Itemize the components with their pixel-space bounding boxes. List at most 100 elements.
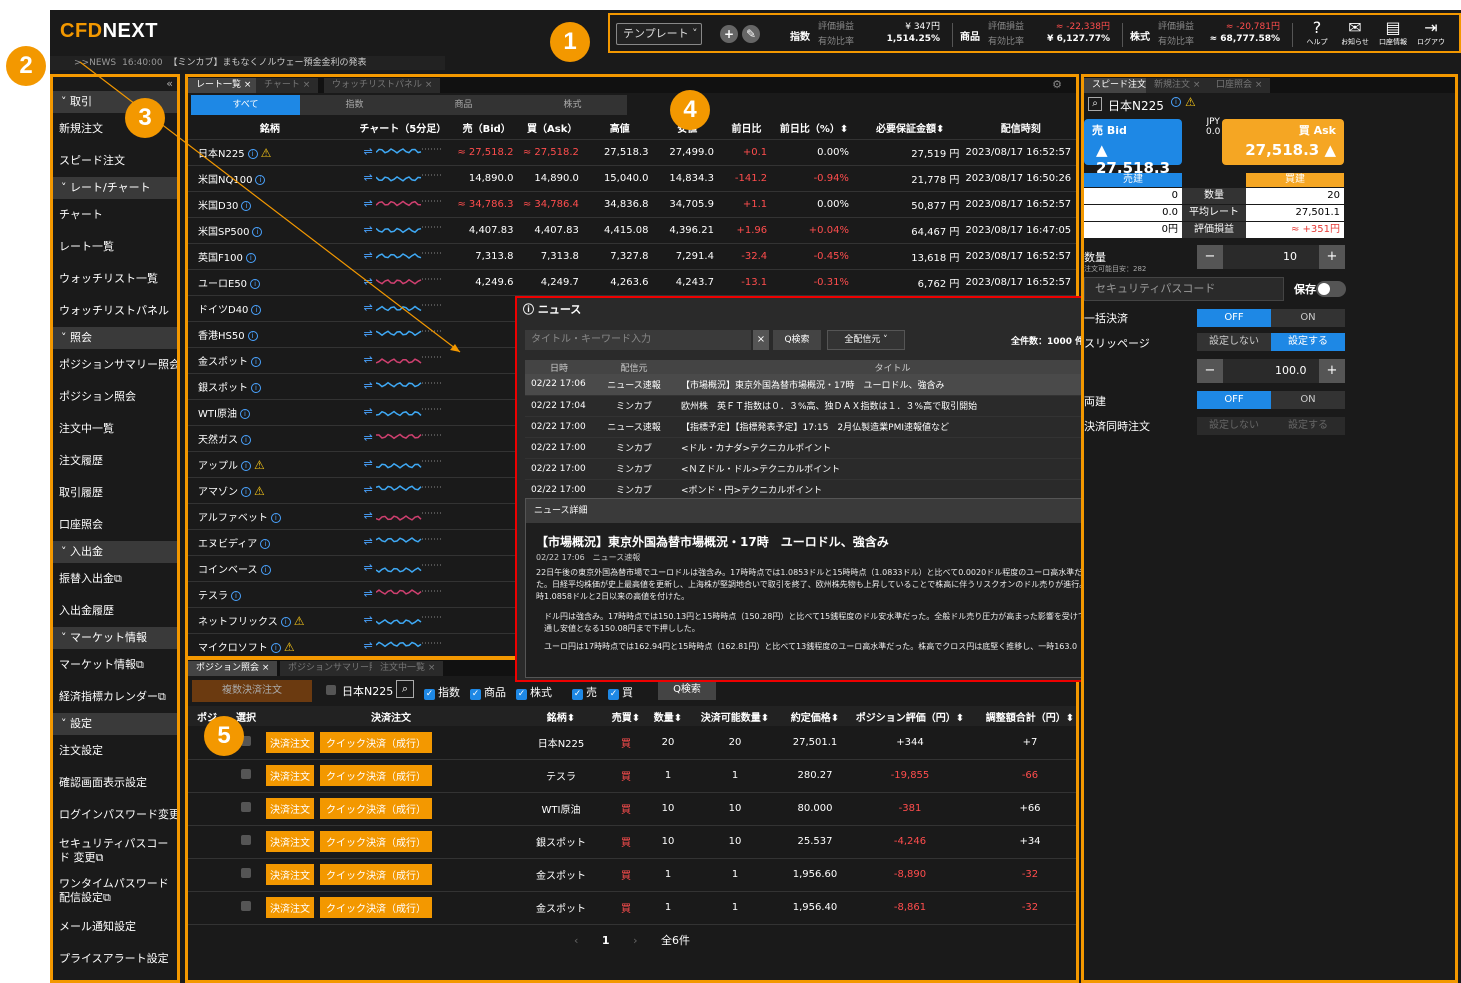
logout-icon[interactable]: ⇥ ログアウ	[1416, 19, 1446, 47]
quick-close-button[interactable]: クイック決済（成行）	[320, 864, 432, 885]
sidebar-section-header[interactable]: ˅ 設定	[53, 713, 177, 735]
news-row[interactable]: 02/22 17:04 ミンカブ 欧州株 英ＦＴ指数は０．３%高、独ＤＡＸ指数は１．…	[525, 395, 1110, 417]
next-page-button[interactable]: ›	[633, 934, 637, 947]
news-row[interactable]: 02/22 17:00 ミンカブ <ＮＺドル・ドル>テクニカルポイント	[525, 458, 1110, 480]
qty-stepper[interactable]: − 10 +	[1197, 245, 1345, 269]
symbol-name[interactable]: アマゾン	[198, 487, 238, 498]
info-icon[interactable]: i	[251, 382, 261, 393]
security-passcode-input[interactable]: セキュリティパスコード	[1084, 277, 1284, 301]
info-icon[interactable]: i	[255, 174, 266, 185]
symbol-name[interactable]: 香港HS50	[198, 331, 245, 342]
sidebar-item[interactable]: チャート	[53, 199, 177, 231]
sidebar-item[interactable]: 注文設定	[53, 735, 177, 767]
symbol-search-icon[interactable]: ⌕	[396, 680, 414, 698]
chart-icon[interactable]: ⇌	[363, 561, 376, 574]
info-icon[interactable]: i	[231, 590, 241, 601]
sidebar-item[interactable]: 取引履歴	[53, 477, 177, 509]
segment-tab[interactable]: 株式	[518, 95, 627, 115]
slippage-minus-button[interactable]: −	[1197, 359, 1223, 383]
sidebar-item[interactable]: ポジションサマリー照会	[53, 349, 177, 381]
news-row[interactable]: 02/22 17:06 ニュース速報 【市場概況】東京外国為替市場概況・17時 ユー…	[525, 374, 1110, 396]
speed-tab[interactable]: 新規注文 ×	[1146, 78, 1210, 93]
position-column-header[interactable]: 約定価格⬍	[780, 706, 850, 726]
chart-icon[interactable]: ⇌	[363, 301, 376, 314]
position-search-button[interactable]: Q検索	[658, 680, 716, 700]
sidebar-item[interactable]: 経済指標カレンダー⧉	[53, 681, 177, 713]
close-order-button[interactable]: 決済注文	[266, 897, 314, 918]
chart-icon[interactable]: ⇌	[363, 587, 376, 600]
info-icon[interactable]: i	[251, 304, 262, 315]
position-column-header[interactable]: 決済注文	[266, 706, 516, 726]
source-select[interactable]: 全配信元 ˅	[827, 330, 905, 350]
column-header[interactable]: チャート（5分足）	[352, 117, 454, 139]
current-page[interactable]: 1	[602, 934, 610, 947]
quick-close-button[interactable]: クイック決済（成行）	[320, 765, 432, 786]
row-select-checkbox[interactable]	[241, 802, 251, 812]
sidebar-item[interactable]: 注文中一覧	[53, 413, 177, 445]
info-icon[interactable]: i	[250, 278, 261, 289]
info-icon[interactable]: i	[280, 616, 291, 627]
row-select-checkbox[interactable]	[241, 769, 251, 779]
save-toggle[interactable]	[1316, 281, 1346, 297]
sidebar-item[interactable]: ポジション照会	[53, 381, 177, 413]
template-select[interactable]: テンプレート ˅	[616, 23, 702, 45]
sell-button[interactable]: 売 Bid ▲ 27,518.3	[1084, 119, 1182, 177]
rate-row[interactable]: 英国F100 i ⇌ 7,313.8 7,313.8 7,327.8 7,291.4 -32…	[188, 242, 1076, 269]
info-icon[interactable]: i	[1168, 97, 1181, 108]
info-icon[interactable]: i	[239, 408, 250, 419]
symbol-name[interactable]: 米国SP500	[198, 227, 249, 238]
close-order-button[interactable]: 決済注文	[266, 831, 314, 852]
rate-tab[interactable]: チャート ×	[256, 78, 320, 93]
chart-icon[interactable]: ⇌	[363, 171, 376, 184]
notification-icon[interactable]: ✉ お知らせ	[1340, 19, 1370, 47]
chart-icon[interactable]: ⇌	[363, 613, 376, 626]
column-header[interactable]: 売（Bid）	[454, 117, 519, 139]
sidebar-item[interactable]: レート一覧	[53, 231, 177, 263]
column-header[interactable]: 配信時刻	[965, 117, 1076, 139]
sidebar-item[interactable]: セキュリティパスコード 変更⧉	[53, 831, 177, 871]
sidebar-item[interactable]: 口座照会	[53, 509, 177, 541]
slippage-set[interactable]: 設定する	[1271, 333, 1345, 351]
info-icon[interactable]: i	[241, 200, 252, 211]
quick-close-button[interactable]: クイック決済（成行）	[320, 831, 432, 852]
info-icon[interactable]: i	[270, 642, 281, 653]
chart-icon[interactable]: ⇌	[363, 327, 376, 340]
chart-icon[interactable]: ⇌	[363, 405, 376, 418]
qty-plus-button[interactable]: +	[1319, 245, 1345, 269]
news-ticker[interactable]: >>NEWS 16:40:00 【ミンカブ】まもなくノルウェー預金金利の発表	[50, 56, 445, 70]
slippage-plus-button[interactable]: +	[1319, 359, 1345, 383]
rate-tab[interactable]: ウォッチリストパネル ×	[324, 78, 442, 93]
filter-symbol-checkbox[interactable]	[326, 685, 336, 695]
position-column-header[interactable]: ポジション評価（円）⬍	[850, 706, 970, 726]
info-icon[interactable]: i	[260, 538, 271, 549]
symbol-name[interactable]: 米国NQ100	[198, 175, 252, 186]
chart-icon[interactable]: ⇌	[363, 535, 376, 548]
position-column-header[interactable]: 調整額合計（円）⬍	[970, 706, 1076, 726]
news-search-input[interactable]: タイトル・キーワード入力	[525, 330, 751, 350]
sidebar-section-header[interactable]: ˅ 照会	[53, 327, 177, 349]
chart-icon[interactable]: ⇌	[363, 379, 376, 392]
qty-input[interactable]: 10	[1283, 250, 1297, 263]
info-icon[interactable]: i	[251, 356, 261, 367]
info-icon[interactable]: i	[241, 486, 251, 497]
position-column-header[interactable]: 数量⬍	[646, 706, 690, 726]
sidebar-item[interactable]: 確認画面表示設定	[53, 767, 177, 799]
chart-icon[interactable]: ⇌	[363, 145, 376, 158]
row-select-checkbox[interactable]	[241, 868, 251, 878]
chart-icon[interactable]: ⇌	[363, 275, 376, 288]
chart-icon[interactable]: ⇌	[363, 483, 376, 496]
slippage-stepper[interactable]: − 100.0 +	[1197, 359, 1345, 383]
chart-icon[interactable]: ⇌	[363, 249, 376, 262]
symbol-name[interactable]: 日本N225	[198, 149, 245, 160]
filter-checkbox[interactable]: ✓ 商品	[470, 684, 506, 700]
segment-tab[interactable]: すべて	[191, 95, 300, 115]
sidebar-section-header[interactable]: ˅ 入出金	[53, 541, 177, 563]
segment-tab[interactable]: 指数	[300, 95, 409, 115]
simul-notset[interactable]: 設定しない	[1197, 417, 1271, 435]
sidebar-item[interactable]: マーケット情報⧉	[53, 649, 177, 681]
symbol-name[interactable]: マイクロソフト	[198, 643, 268, 654]
info-icon[interactable]: i	[241, 434, 251, 445]
sidebar-item[interactable]: ウォッチリスト一覧	[53, 263, 177, 295]
add-template-button[interactable]: +	[720, 25, 738, 43]
row-select-checkbox[interactable]	[241, 901, 251, 911]
